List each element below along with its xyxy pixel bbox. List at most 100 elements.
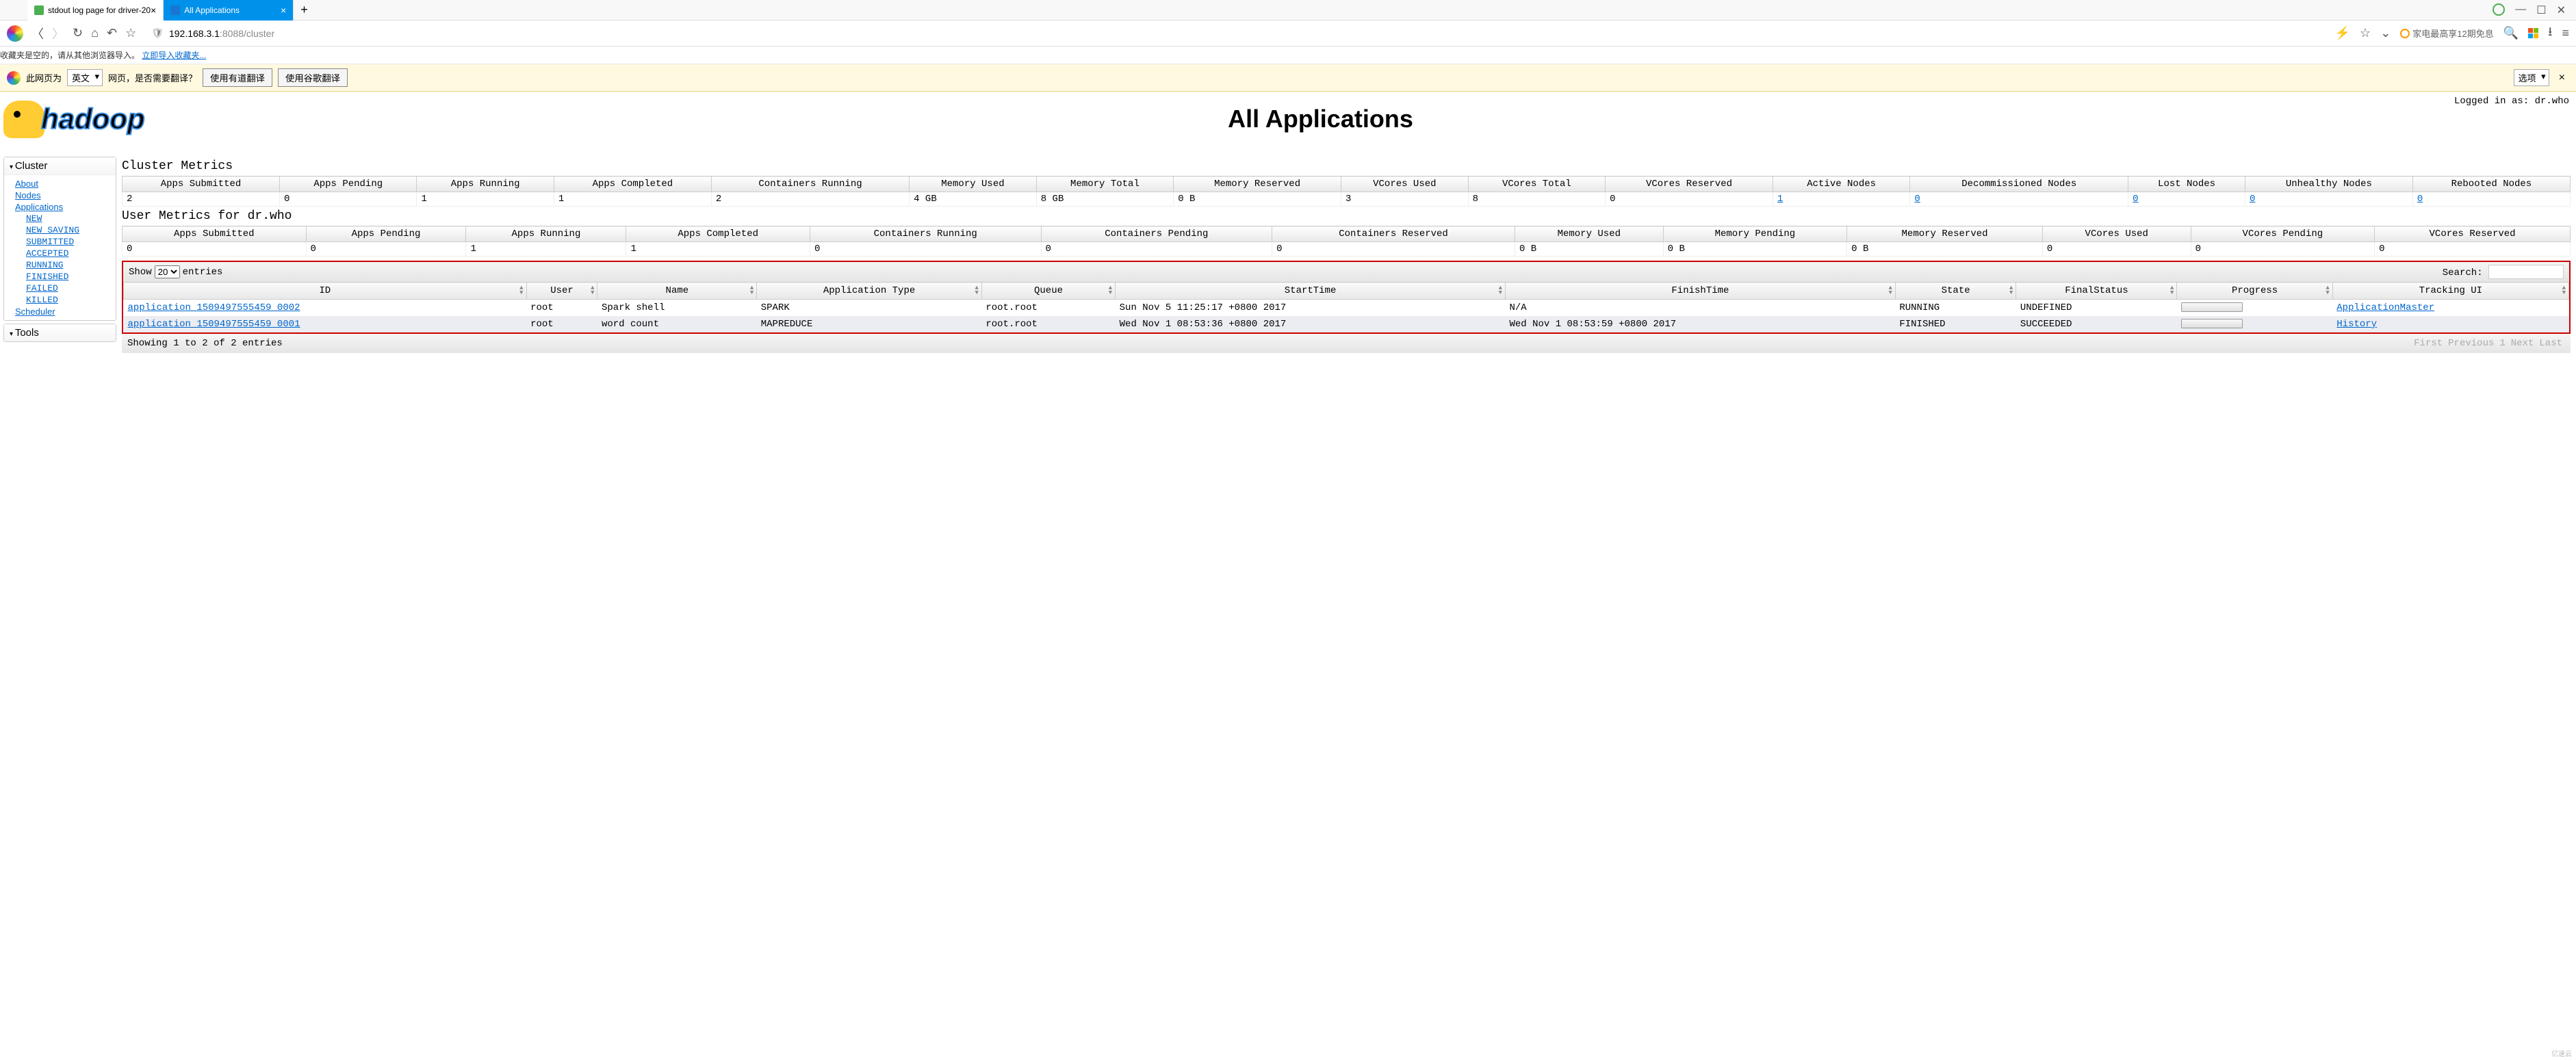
cell-name: word count <box>597 316 757 332</box>
window-maximize-icon[interactable]: ☐ <box>2536 3 2546 17</box>
sidebar-item-about[interactable]: About <box>10 178 110 189</box>
download-icon[interactable]: ⭳ <box>2548 23 2552 44</box>
column-header[interactable]: ID▲▼ <box>124 283 527 300</box>
column-header[interactable]: FinishTime▲▼ <box>1506 283 1896 300</box>
metric-value: 0 <box>1272 242 1515 257</box>
metric-value: 2 <box>123 192 280 207</box>
page-first[interactable]: First <box>2414 338 2443 349</box>
tab-stdout-log[interactable]: stdout log page for driver-20 × <box>27 0 164 21</box>
column-header[interactable]: State▲▼ <box>1895 283 2016 300</box>
sort-icon: ▲▼ <box>591 286 594 296</box>
cluster-metrics-title: Cluster Metrics <box>122 159 2571 173</box>
page-1[interactable]: 1 <box>2499 338 2505 349</box>
column-header: VCores Pending <box>2191 226 2375 242</box>
column-header[interactable]: Queue▲▼ <box>981 283 1115 300</box>
sidebar-item-state-submitted[interactable]: SUBMITTED <box>10 236 110 248</box>
page-previous[interactable]: Previous <box>2448 338 2494 349</box>
home-icon[interactable]: ⌂ <box>91 26 99 40</box>
page-last[interactable]: Last <box>2539 338 2562 349</box>
metric-value: 0 <box>2128 192 2245 207</box>
sort-icon: ▲▼ <box>2170 286 2174 296</box>
url-bar[interactable]: 🛡 192.168.3.1:8088/cluster <box>144 27 2326 39</box>
back-icon[interactable]: 〈 <box>31 25 44 42</box>
sidebar-item-state-finished[interactable]: FINISHED <box>10 271 110 283</box>
menu-icon[interactable]: ≡ <box>2562 26 2569 40</box>
favorites-bar: 收藏夹是空的，请从其他浏览器导入。 立即导入收藏夹... <box>0 47 2576 64</box>
translate-youdao-button[interactable]: 使用有道翻译 <box>203 68 272 87</box>
promo-text[interactable]: 家电最高享12期免息 <box>2400 27 2493 40</box>
url-path: :8088/cluster <box>220 28 274 39</box>
translate-logo-icon <box>7 71 21 85</box>
undo-icon[interactable]: ↶ <box>107 26 117 40</box>
column-header: Containers Running <box>810 226 1041 242</box>
window-minimize-icon[interactable]: — <box>2515 3 2526 17</box>
translate-options-select[interactable]: 选项 <box>2514 69 2549 86</box>
column-header[interactable]: Name▲▼ <box>597 283 757 300</box>
close-icon[interactable]: × <box>151 5 156 16</box>
column-header[interactable]: User▲▼ <box>526 283 597 300</box>
page-size-select[interactable]: 20 <box>155 265 180 278</box>
translate-google-button[interactable]: 使用谷歌翻译 <box>278 68 348 87</box>
metric-value: 0 B <box>1174 192 1341 207</box>
metric-link[interactable]: 1 <box>1777 194 1783 205</box>
metric-link[interactable]: 0 <box>2250 194 2255 205</box>
metric-link[interactable]: 0 <box>2133 194 2138 205</box>
import-favorites-link[interactable]: 立即导入收藏夹... <box>142 51 206 60</box>
column-header: Apps Running <box>466 226 626 242</box>
close-icon[interactable]: × <box>2555 72 2569 84</box>
column-header[interactable]: FinalStatus▲▼ <box>2016 283 2177 300</box>
column-header[interactable]: StartTime▲▼ <box>1116 283 1506 300</box>
window-close-icon[interactable]: ✕ <box>2557 3 2566 17</box>
column-header: Unhealthy Nodes <box>2245 176 2412 192</box>
sidebar-section-cluster[interactable]: Cluster <box>4 157 116 175</box>
metric-value: 1 <box>626 242 810 257</box>
sidebar-item-nodes[interactable]: Nodes <box>10 189 110 201</box>
reload-icon[interactable]: ↻ <box>73 26 83 40</box>
tab-all-applications[interactable]: All Applications × <box>164 0 294 21</box>
sidebar-section-tools[interactable]: Tools <box>4 324 116 341</box>
page-next[interactable]: Next <box>2511 338 2534 349</box>
sidebar-item-applications[interactable]: Applications <box>10 201 110 213</box>
cell-name: Spark shell <box>597 300 757 317</box>
column-header[interactable]: Progress▲▼ <box>2177 283 2332 300</box>
column-header: Rebooted Nodes <box>2412 176 2570 192</box>
app-id-link[interactable]: application_1509497555459_0002 <box>128 302 300 313</box>
cell-state: FINISHED <box>1895 316 2016 332</box>
sidebar-item-state-running[interactable]: RUNNING <box>10 259 110 271</box>
metric-link[interactable]: 0 <box>1914 194 1920 205</box>
tab-favicon <box>170 5 180 15</box>
column-header[interactable]: Application Type▲▼ <box>757 283 982 300</box>
tracking-link[interactable]: ApplicationMaster <box>2336 302 2434 313</box>
sidebar-item-state-new[interactable]: NEW <box>10 213 110 224</box>
metric-link[interactable]: 0 <box>2417 194 2423 205</box>
sidebar-item-scheduler[interactable]: Scheduler <box>10 306 110 317</box>
flash-icon[interactable]: ⚡ <box>2335 26 2350 40</box>
browser-logo-icon[interactable] <box>7 25 23 42</box>
bookmark-icon[interactable]: ☆ <box>2360 26 2371 40</box>
column-header[interactable]: Tracking UI▲▼ <box>2332 283 2568 300</box>
tracking-link[interactable]: History <box>2336 319 2377 330</box>
translate-bar: 此网页为 英文 网页，是否需要翻译？ 使用有道翻译 使用谷歌翻译 选项 × <box>0 64 2576 92</box>
metric-value: 0 <box>2042 242 2191 257</box>
metric-value: 2 <box>711 192 909 207</box>
search-icon[interactable]: 🔍 <box>2503 26 2519 40</box>
chevron-down-icon[interactable]: ⌄ <box>2380 26 2391 40</box>
apps-icon[interactable] <box>2528 28 2538 38</box>
close-icon[interactable]: × <box>281 5 286 16</box>
app-id-link[interactable]: application_1509497555459_0001 <box>128 319 300 330</box>
sidebar-item-state-new_saving[interactable]: NEW_SAVING <box>10 224 110 236</box>
sidebar-item-state-failed[interactable]: FAILED <box>10 283 110 294</box>
promo-icon <box>2400 29 2410 38</box>
star-icon[interactable]: ☆ <box>125 26 136 40</box>
sidebar-item-state-accepted[interactable]: ACCEPTED <box>10 248 110 259</box>
metric-value: 8 GB <box>1036 192 1173 207</box>
table-row: application_1509497555459_0002rootSpark … <box>124 300 2569 317</box>
sort-icon: ▲▼ <box>519 286 523 296</box>
forward-icon[interactable]: 〉 <box>52 25 64 42</box>
search-input[interactable] <box>2488 265 2564 279</box>
sidebar-item-state-killed[interactable]: KILLED <box>10 294 110 306</box>
user-metrics-title: User Metrics for dr.who <box>122 209 2571 223</box>
new-tab-button[interactable]: + <box>294 3 315 17</box>
cell-progress <box>2177 316 2332 332</box>
language-select[interactable]: 英文 <box>67 69 103 86</box>
